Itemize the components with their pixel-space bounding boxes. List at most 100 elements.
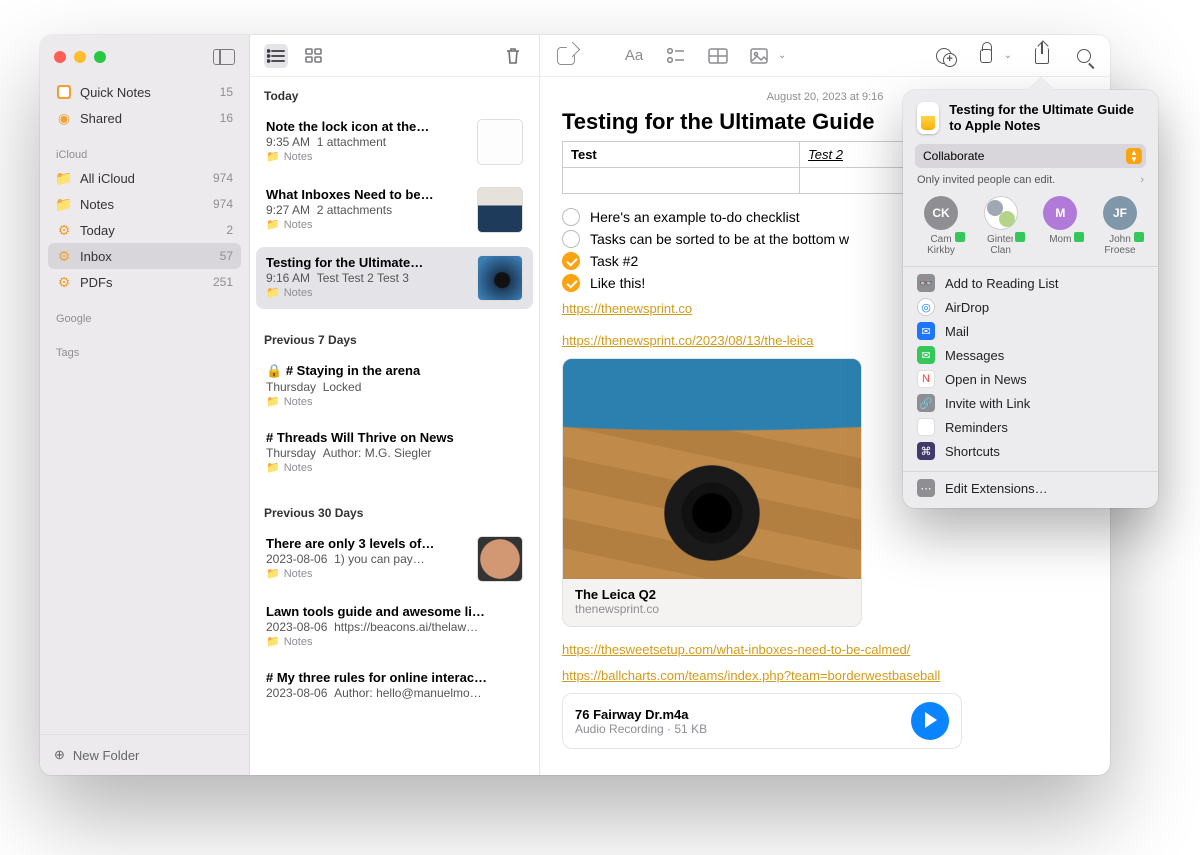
share-option-label: Add to Reading List — [945, 276, 1058, 291]
note-list-item[interactable]: # Threads Will Thrive on NewsThursday Au… — [256, 422, 533, 482]
grid-view-button[interactable] — [302, 44, 326, 68]
sidebar-section-label[interactable]: Google — [48, 309, 241, 329]
shortcuts-icon: ⌘ — [917, 442, 935, 460]
note-list-item[interactable]: 🔒 # Staying in the arenaThursday Locked📁… — [256, 355, 533, 416]
list-group-header: Previous 30 Days — [250, 488, 539, 528]
note-snippet: Author: M.G. Siegler — [323, 446, 432, 460]
note-link[interactable]: https://thesweetsetup.com/what-inboxes-n… — [562, 642, 910, 657]
checkbox[interactable] — [562, 252, 580, 270]
note-title: # My three rules for online interac… — [266, 670, 523, 685]
list-view-button[interactable] — [264, 44, 288, 68]
lock-button[interactable] — [974, 44, 998, 68]
note-list-item[interactable]: Lawn tools guide and awesome li…2023-08-… — [256, 596, 533, 656]
note-snippet: Test Test 2 Test 3 — [317, 271, 409, 285]
collaborate-button[interactable] — [932, 44, 956, 68]
table-cell[interactable]: Test — [563, 142, 800, 168]
note-link[interactable]: https://thenewsprint.co — [562, 301, 692, 316]
share-option[interactable]: ⌘Shortcuts — [903, 439, 1158, 463]
compose-button[interactable] — [554, 44, 578, 68]
toggle-sidebar-button[interactable] — [213, 49, 235, 65]
edit-extensions-button[interactable]: ⋯ Edit Extensions… — [903, 476, 1158, 500]
folder-icon: 📁 — [56, 170, 72, 186]
folder-icon: 📁 — [266, 567, 280, 580]
share-mode-select[interactable]: Collaborate ▲▼ — [915, 144, 1146, 168]
note-list-item[interactable]: There are only 3 levels of…2023-08-06 1)… — [256, 528, 533, 590]
sidebar-item-all-icloud[interactable]: 📁All iCloud974 — [48, 165, 241, 191]
minimize-window-button[interactable] — [74, 51, 86, 63]
link-preview-domain: thenewsprint.co — [575, 602, 849, 616]
sidebar-item-quick-notes[interactable]: Quick Notes15 — [48, 79, 241, 105]
invite-with-link-icon: 🔗 — [917, 394, 935, 412]
checkbox[interactable] — [562, 208, 580, 226]
note-time: 2023-08-06 — [266, 552, 327, 566]
media-button[interactable] — [748, 44, 772, 68]
avatar: CK — [924, 196, 958, 230]
share-option-label: Invite with Link — [945, 396, 1030, 411]
share-button[interactable] — [1030, 44, 1054, 68]
permission-row[interactable]: Only invited people can edit. › — [917, 174, 1144, 186]
sidebar-item-today[interactable]: ⚙︎Today2 — [48, 217, 241, 243]
reminders-icon: ☰ — [917, 418, 935, 436]
note-time: 2023-08-06 — [266, 620, 327, 634]
note-folder: Notes — [284, 462, 313, 474]
share-person[interactable]: CKCam Kirkby — [917, 196, 965, 256]
plus-icon: ⊕ — [54, 747, 65, 763]
folder-icon: 📁 — [266, 218, 280, 231]
share-popover: Testing for the Ultimate Guide to Apple … — [903, 90, 1158, 508]
note-list[interactable]: TodayNote the lock icon at the…9:35 AM 1… — [250, 77, 539, 775]
checkbox[interactable] — [562, 274, 580, 292]
sidebar-item-shared[interactable]: ◉Shared16 — [48, 105, 241, 131]
play-button[interactable] — [911, 702, 949, 740]
sidebar-section-label[interactable]: iCloud — [48, 145, 241, 165]
checklist-text: Here's an example to-do checklist — [590, 209, 800, 225]
note-folder: Notes — [284, 396, 313, 408]
share-option[interactable]: 👓Add to Reading List — [903, 271, 1158, 295]
text-style-button[interactable]: Aa — [622, 44, 646, 68]
note-link[interactable]: https://ballcharts.com/teams/index.php?t… — [562, 668, 940, 683]
note-thumbnail — [477, 255, 523, 301]
note-folder: Notes — [284, 151, 313, 163]
share-option-label: Open in News — [945, 372, 1027, 387]
list-group-header: Previous 7 Days — [250, 315, 539, 355]
share-person[interactable]: JFJohn Froese — [1096, 196, 1144, 256]
share-option[interactable]: ◎AirDrop — [903, 295, 1158, 319]
note-list-item[interactable]: # My three rules for online interac…2023… — [256, 662, 533, 708]
note-snippet: Author: hello@manuelmo… — [334, 686, 482, 700]
sidebar-item-count: 974 — [213, 171, 233, 185]
share-person[interactable]: MMom — [1036, 196, 1084, 256]
share-option[interactable]: ✉︎Mail — [903, 319, 1158, 343]
share-person[interactable]: Ginter Clan — [977, 196, 1025, 256]
audio-attachment[interactable]: 76 Fairway Dr.m4a Audio Recording · 51 K… — [562, 693, 962, 749]
delete-note-button[interactable] — [501, 44, 525, 68]
note-title: Note the lock icon at the… — [266, 119, 467, 134]
note-link[interactable]: https://thenewsprint.co/2023/08/13/the-l… — [562, 333, 814, 348]
media-chevron-icon: ⌄ — [778, 50, 786, 61]
checklist-button[interactable] — [664, 44, 688, 68]
person-name: Mom — [1049, 234, 1071, 245]
share-option[interactable]: NOpen in News — [903, 367, 1158, 391]
folder-icon: 📁 — [266, 395, 280, 408]
share-option[interactable]: ✉︎Messages — [903, 343, 1158, 367]
note-list-item[interactable]: Note the lock icon at the…9:35 AM 1 atta… — [256, 111, 533, 173]
note-folder: Notes — [284, 568, 313, 580]
note-list-item[interactable]: Testing for the Ultimate…9:16 AM Test Te… — [256, 247, 533, 309]
checkbox[interactable] — [562, 230, 580, 248]
share-option[interactable]: ☰Reminders — [903, 415, 1158, 439]
folder-icon: 📁 — [266, 150, 280, 163]
table-button[interactable] — [706, 44, 730, 68]
link-preview-card[interactable]: The Leica Q2 thenewsprint.co — [562, 358, 862, 627]
sidebar-item-inbox[interactable]: ⚙︎Inbox57 — [48, 243, 241, 269]
new-folder-button[interactable]: ⊕ New Folder — [40, 734, 249, 775]
sidebar-item-notes[interactable]: 📁Notes974 — [48, 191, 241, 217]
table-cell[interactable] — [563, 168, 800, 194]
search-button[interactable] — [1072, 44, 1096, 68]
sidebar-item-count: 251 — [213, 275, 233, 289]
sidebar-item-pdfs[interactable]: ⚙︎PDFs251 — [48, 269, 241, 295]
share-option[interactable]: 🔗 Invite with Link — [903, 391, 1158, 415]
new-folder-label: New Folder — [73, 748, 139, 763]
note-list-item[interactable]: What Inboxes Need to be…9:27 AM 2 attach… — [256, 179, 533, 241]
zoom-window-button[interactable] — [94, 51, 106, 63]
sidebar-section-label[interactable]: Tags — [48, 343, 241, 363]
note-snippet: 2 attachments — [317, 203, 392, 217]
close-window-button[interactable] — [54, 51, 66, 63]
